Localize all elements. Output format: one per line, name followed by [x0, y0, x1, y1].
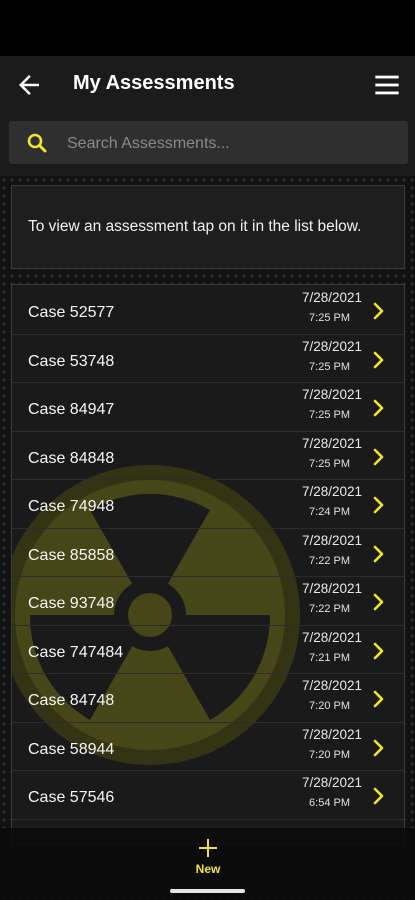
chevron-right-icon [373, 787, 384, 805]
assessment-row[interactable]: Case 74948 7/28/2021 7:24 PM [12, 479, 404, 529]
case-date: 7/28/2021 [301, 532, 362, 548]
case-time: 7:20 PM [309, 700, 350, 712]
case-date: 7/28/2021 [301, 435, 362, 451]
case-time: 6:54 PM [309, 797, 350, 809]
chevron-right-icon [373, 351, 384, 368]
chevron-right-icon [373, 642, 384, 659]
assessment-row[interactable]: Case 84848 7/28/2021 7:25 PM [12, 431, 404, 480]
chevron-right-icon [373, 593, 384, 611]
case-name: Case 84947 [28, 401, 115, 418]
case-name: Case 84748 [28, 692, 115, 709]
case-name: Case 84848 [28, 449, 115, 467]
case-name: Case 57546 [28, 789, 115, 806]
case-time: 7:24 PM [309, 506, 350, 518]
case-date: 7/28/2021 [301, 678, 362, 693]
case-name: Case 58944 [28, 740, 115, 758]
chevron-right-icon [373, 739, 384, 756]
assessment-row[interactable]: Case 57546 7/28/2021 6:54 PM [12, 770, 404, 820]
chevron-right-icon [373, 399, 384, 417]
case-name: Case 52577 [28, 304, 115, 321]
case-date: 7/28/2021 [301, 290, 362, 305]
assessment-list: Case 52577 7/28/2021 7:25 PM Case 53748 7/28… [11, 284, 405, 844]
case-date: 7/28/2021 [301, 775, 362, 790]
case-name: Case 747484 [28, 643, 124, 661]
info-text: To view an assessment tap on it in the l… [28, 218, 362, 235]
assessment-row[interactable]: Case 84947 7/28/2021 7:25 PM [12, 382, 404, 432]
status-bar [0, 0, 415, 56]
new-assessment-button[interactable]: New [183, 838, 233, 880]
case-date: 7/28/2021 [301, 726, 362, 742]
assessment-row[interactable]: Case 84748 7/28/2021 7:20 PM [12, 673, 404, 723]
case-date: 7/28/2021 [301, 581, 362, 596]
case-date: 7/28/2021 [301, 338, 362, 354]
case-name: Case 74948 [28, 498, 115, 515]
case-time: 7:25 PM [309, 457, 350, 470]
assessment-row[interactable]: Case 53748 7/28/2021 7:25 PM [12, 334, 404, 383]
info-card: To view an assessment tap on it in the l… [11, 185, 405, 269]
case-name: Case 53748 [28, 352, 115, 370]
assessment-row[interactable]: Case 58944 7/28/2021 7:20 PM [12, 722, 404, 771]
plus-icon [199, 839, 217, 857]
search-bar[interactable] [9, 121, 408, 166]
search-icon [27, 133, 47, 153]
case-name: Case 93748 [28, 595, 115, 612]
case-name: Case 85858 [28, 546, 115, 564]
chevron-right-icon [373, 496, 384, 514]
case-date: 7/28/2021 [301, 387, 362, 402]
new-label: New [195, 862, 221, 876]
assessment-row[interactable]: Case 747484 7/28/2021 7:21 PM [12, 625, 404, 674]
case-time: 7:21 PM [309, 651, 350, 664]
arrow-left-icon[interactable] [14, 70, 44, 100]
app-bar: My Assessments [0, 56, 415, 112]
case-time: 7:25 PM [309, 360, 350, 373]
assessment-row[interactable]: Case 52577 7/28/2021 7:25 PM [12, 285, 404, 335]
search-input[interactable] [65, 121, 399, 166]
hamburger-menu-icon[interactable] [373, 71, 401, 99]
case-date: 7/28/2021 [301, 629, 362, 645]
case-time: 7:25 PM [309, 312, 350, 324]
chevron-right-icon [373, 448, 384, 465]
case-time: 7:22 PM [309, 554, 350, 567]
chevron-right-icon [373, 302, 384, 320]
page-title: My Assessments [73, 72, 235, 94]
case-time: 7:20 PM [309, 748, 350, 761]
home-indicator[interactable] [170, 889, 245, 893]
assessment-row[interactable]: Case 93748 7/28/2021 7:22 PM [12, 576, 404, 626]
chevron-right-icon [373, 545, 384, 562]
chevron-right-icon [373, 690, 384, 708]
case-time: 7:22 PM [309, 603, 350, 615]
assessment-row[interactable]: Case 85858 7/28/2021 7:22 PM [12, 528, 404, 577]
case-date: 7/28/2021 [301, 484, 362, 499]
case-time: 7:25 PM [309, 409, 350, 421]
